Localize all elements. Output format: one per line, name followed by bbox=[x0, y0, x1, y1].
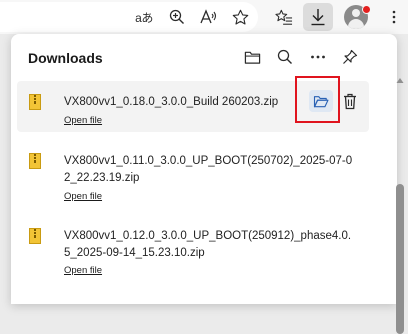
avatar-shoulders bbox=[348, 19, 364, 29]
highlight-annotation-box bbox=[295, 76, 340, 123]
zip-file-icon bbox=[29, 228, 41, 244]
avatar-head bbox=[352, 9, 360, 17]
scroll-up-arrow-icon[interactable] bbox=[396, 76, 404, 86]
downloads-panel: Downloads VX800vv1_0.18.0_3.0.0_Build 26… bbox=[11, 34, 404, 334]
zoom-in-icon bbox=[169, 9, 184, 24]
search-downloads-button[interactable] bbox=[273, 45, 297, 69]
file-name[interactable]: VX800vv1_0.12.0_3.0.0_UP_BOOT(250912)_ph… bbox=[64, 228, 356, 262]
delete-button[interactable] bbox=[340, 91, 360, 111]
zoom-button[interactable] bbox=[165, 5, 189, 29]
download-item[interactable]: VX800vv1_0.11.0_3.0.0_UP_BOOT(250702)_20… bbox=[17, 147, 369, 207]
download-icon bbox=[311, 9, 325, 26]
pin-button[interactable] bbox=[338, 45, 362, 69]
panel-title: Downloads bbox=[28, 50, 103, 66]
read-aloud-button[interactable]: aあ bbox=[132, 5, 156, 29]
open-file-link[interactable]: Open file bbox=[64, 115, 102, 126]
ellipsis-icon bbox=[392, 10, 396, 24]
notification-dot bbox=[362, 5, 371, 14]
search-icon bbox=[277, 49, 292, 64]
scrollbar-thumb[interactable] bbox=[396, 184, 404, 334]
folder-icon bbox=[244, 51, 260, 64]
more-icon bbox=[311, 55, 325, 59]
download-item[interactable]: VX800vv1_0.12.0_3.0.0_UP_BOOT(250912)_ph… bbox=[17, 222, 369, 282]
trash-icon bbox=[344, 93, 356, 109]
file-name[interactable]: VX800vv1_0.11.0_3.0.0_UP_BOOT(250702)_20… bbox=[64, 153, 356, 187]
open-file-link[interactable]: Open file bbox=[64, 265, 102, 276]
read-aloud-a-icon bbox=[200, 9, 217, 24]
favorites-list-button[interactable] bbox=[272, 5, 296, 29]
text-size-button[interactable] bbox=[197, 5, 221, 29]
browser-toolbar: aあ bbox=[0, 0, 408, 34]
more-options-button[interactable] bbox=[306, 45, 330, 69]
zip-file-icon bbox=[29, 153, 41, 169]
open-file-link[interactable]: Open file bbox=[64, 191, 102, 202]
settings-more-button[interactable] bbox=[382, 5, 406, 29]
read-aloud-icon: aあ bbox=[135, 10, 153, 25]
pin-icon bbox=[343, 49, 358, 64]
favorites-list-icon bbox=[275, 9, 293, 25]
downloads-button[interactable] bbox=[303, 3, 333, 31]
star-icon bbox=[232, 9, 248, 25]
zip-file-icon bbox=[29, 94, 41, 110]
open-downloads-folder-button[interactable] bbox=[240, 45, 264, 69]
favorite-button[interactable] bbox=[228, 5, 252, 29]
